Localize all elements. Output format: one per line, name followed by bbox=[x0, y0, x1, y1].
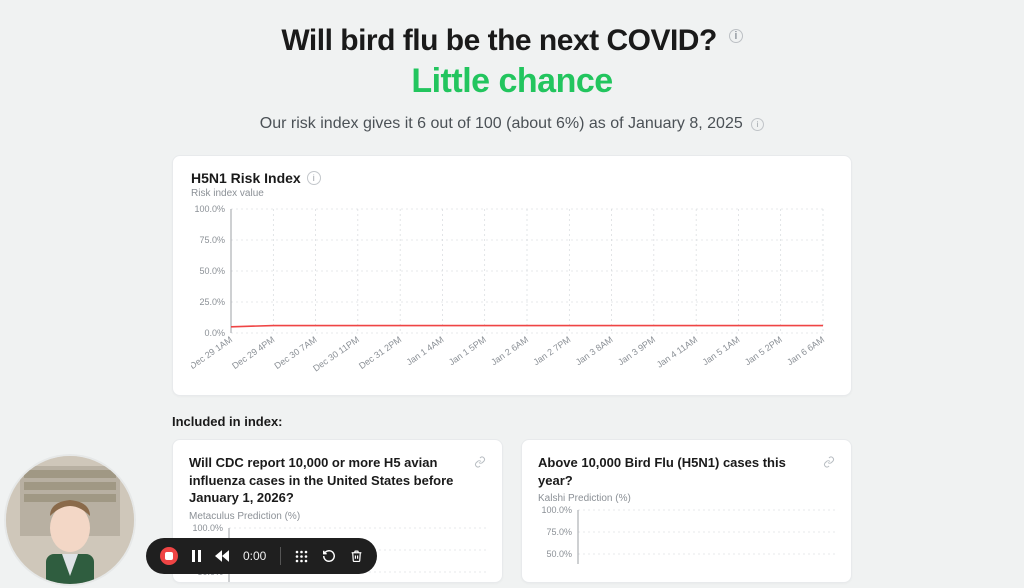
info-icon[interactable]: i bbox=[751, 118, 764, 131]
cdc-question: Will CDC report 10,000 or more H5 avian … bbox=[189, 454, 468, 507]
svg-text:Jan 1 4AM: Jan 1 4AM bbox=[405, 334, 446, 367]
svg-text:Jan 5 2PM: Jan 5 2PM bbox=[743, 334, 784, 367]
kalshi-question: Above 10,000 Bird Flu (H5N1) cases this … bbox=[538, 454, 817, 489]
risk-subline: Our risk index gives it 6 out of 100 (ab… bbox=[0, 115, 1024, 133]
svg-text:Dec 30 11PM: Dec 30 11PM bbox=[311, 334, 361, 373]
recorder-toolbar: 0:00 bbox=[146, 538, 377, 574]
svg-text:Dec 29 4PM: Dec 29 4PM bbox=[230, 334, 276, 371]
kalshi-card: Above 10,000 Bird Flu (H5N1) cases this … bbox=[521, 439, 852, 583]
svg-text:Jan 1 5PM: Jan 1 5PM bbox=[447, 334, 488, 367]
presenter-avatar bbox=[6, 456, 134, 584]
cdc-source: Metaculus Prediction (%) bbox=[189, 511, 486, 522]
stop-record-button[interactable] bbox=[160, 547, 178, 565]
svg-text:100.0%: 100.0% bbox=[192, 523, 223, 533]
risk-index-chart: 0.0% 25.0% 50.0% 75.0% 100.0% Dec 29 1AMDec 2… bbox=[191, 203, 833, 373]
link-icon[interactable] bbox=[823, 456, 835, 468]
link-icon[interactable] bbox=[474, 456, 486, 468]
kalshi-source: Kalshi Prediction (%) bbox=[538, 493, 835, 504]
kalshi-mini-chart: 100.0% 75.0% 50.0% bbox=[538, 504, 838, 564]
info-icon[interactable]: i bbox=[729, 29, 743, 43]
svg-text:25.0%: 25.0% bbox=[199, 297, 225, 307]
svg-text:50.0%: 50.0% bbox=[199, 266, 225, 276]
svg-text:100.0%: 100.0% bbox=[541, 505, 572, 515]
chart-title: H5N1 Risk Index bbox=[191, 170, 301, 186]
svg-text:Dec 31 2PM: Dec 31 2PM bbox=[357, 334, 403, 371]
svg-text:Jan 6 6AM: Jan 6 6AM bbox=[785, 334, 826, 367]
rewind-button[interactable] bbox=[215, 550, 229, 562]
verdict-text: Little chance bbox=[0, 62, 1024, 101]
svg-text:Jan 2 6AM: Jan 2 6AM bbox=[489, 334, 530, 367]
grid-button[interactable] bbox=[295, 550, 308, 563]
svg-text:75.0%: 75.0% bbox=[546, 527, 572, 537]
svg-text:Jan 3 8AM: Jan 3 8AM bbox=[574, 334, 615, 367]
chart-ylabel: Risk index value bbox=[191, 188, 833, 199]
svg-text:Dec 29 1AM: Dec 29 1AM bbox=[191, 334, 234, 371]
svg-text:Jan 4 11AM: Jan 4 11AM bbox=[655, 334, 700, 369]
svg-text:Jan 2 7PM: Jan 2 7PM bbox=[531, 334, 572, 367]
delete-button[interactable] bbox=[350, 549, 363, 563]
svg-text:75.0%: 75.0% bbox=[199, 235, 225, 245]
svg-text:50.0%: 50.0% bbox=[546, 549, 572, 559]
restart-button[interactable] bbox=[322, 549, 336, 563]
pause-button[interactable] bbox=[192, 550, 201, 562]
risk-index-card: H5N1 Risk Index i Risk index value 0.0% 2… bbox=[172, 155, 852, 396]
svg-text:0.0%: 0.0% bbox=[204, 328, 225, 338]
svg-text:100.0%: 100.0% bbox=[194, 204, 225, 214]
svg-text:Jan 3 9PM: Jan 3 9PM bbox=[616, 334, 657, 367]
svg-text:Jan 5 1AM: Jan 5 1AM bbox=[701, 334, 742, 367]
page-title: Will bird flu be the next COVID? i bbox=[281, 24, 742, 58]
recorder-time: 0:00 bbox=[243, 549, 266, 563]
included-label: Included in index: bbox=[172, 414, 852, 429]
info-icon[interactable]: i bbox=[307, 171, 321, 185]
